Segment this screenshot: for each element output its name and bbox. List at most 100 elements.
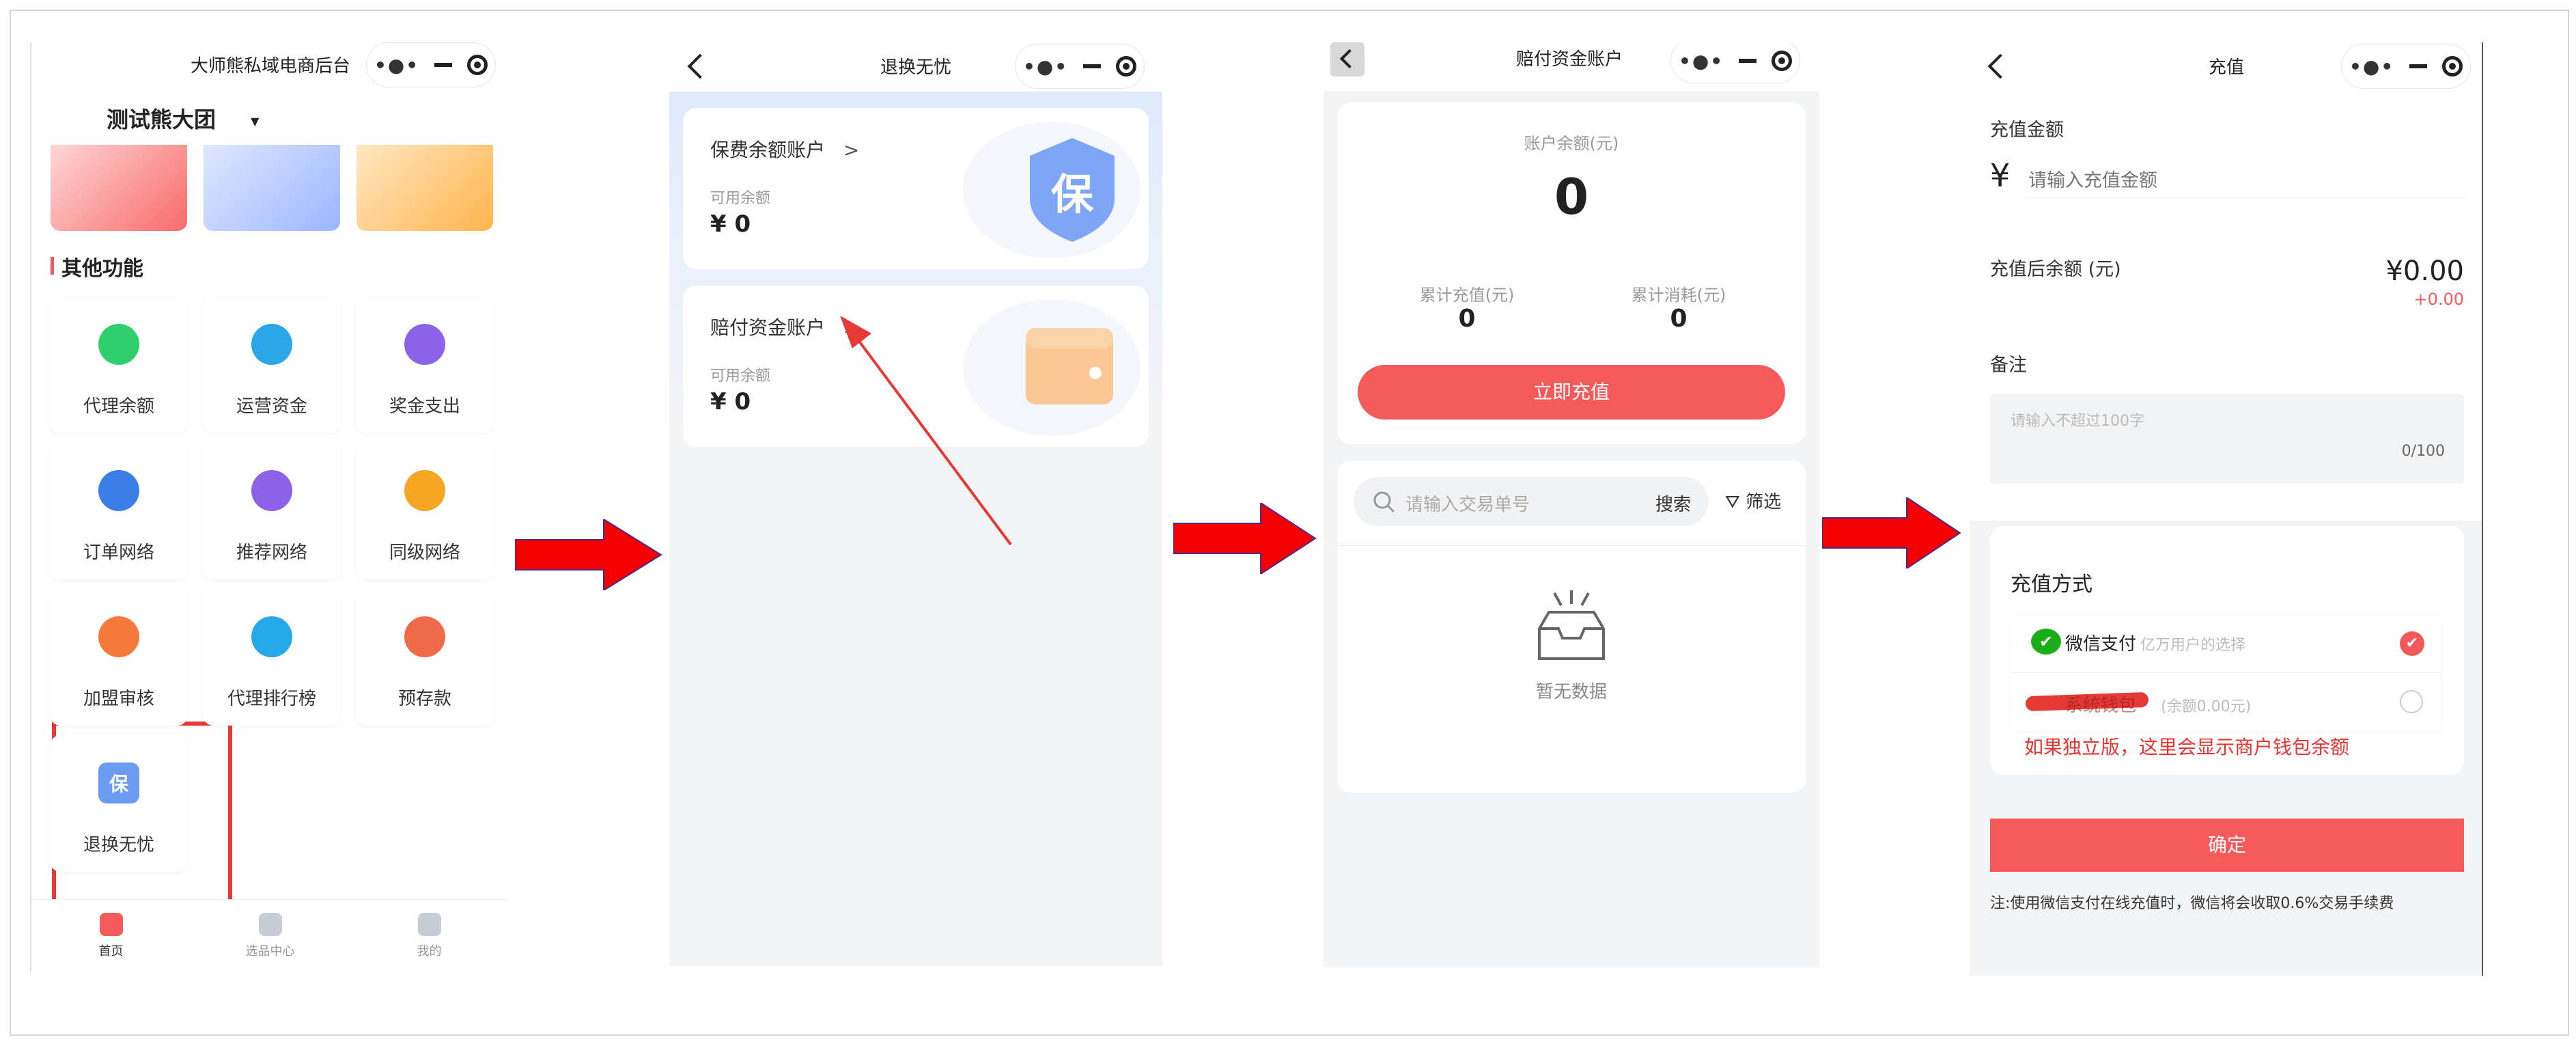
grid-item[interactable]: 奖金支出 bbox=[356, 297, 493, 433]
screen-home: 大师熊私域电商后台 •●• 测试熊大团 ▼ 其他功能 代理余额 运营资金 奖金支出订… bbox=[30, 42, 508, 972]
recharge-now-button[interactable]: 立即充值 bbox=[1358, 365, 1785, 420]
after-balance-label: 充值后余额 (元) bbox=[1990, 259, 2121, 280]
grid-item[interactable]: 运营资金 bbox=[204, 297, 340, 433]
method-wallet[interactable]: 系统钱包 (余额0.00元) bbox=[2011, 672, 2441, 731]
after-balance-value: ¥0.00 bbox=[2385, 256, 2464, 287]
grid-item[interactable]: 代理排行榜 bbox=[204, 589, 340, 726]
money-bag-icon bbox=[98, 324, 139, 365]
more-icon[interactable]: •●• bbox=[1679, 50, 1724, 72]
caret-down-icon: ▼ bbox=[251, 114, 260, 128]
more-icon[interactable]: •●• bbox=[374, 54, 419, 77]
flow-arrow-3 bbox=[1822, 497, 1961, 568]
tab-item[interactable]: 选品中心 bbox=[191, 905, 350, 966]
screen-compensation-account: 赔付资金账户 •●• 账户余额(元) 0 累计充值(元) 0 累计消耗(元) 0… bbox=[1324, 42, 1819, 967]
flow-arrow-2 bbox=[1173, 503, 1317, 574]
tab-item[interactable]: 我的 bbox=[350, 905, 508, 966]
transaction-card: 请输入交易单号 搜索 ⛛ 筛选 暂无数据 bbox=[1337, 461, 1806, 793]
filter-button[interactable]: ⛛ 筛选 bbox=[1725, 488, 1781, 513]
network-icon bbox=[404, 470, 445, 511]
back-button[interactable] bbox=[1330, 42, 1364, 77]
rank-icon bbox=[251, 616, 292, 657]
grid-item-label: 代理排行榜 bbox=[227, 689, 316, 709]
capsule-menu[interactable]: •●• bbox=[1670, 42, 1800, 83]
method-wechat[interactable]: ✔ 微信支付 亿万用户的选择 ✔ bbox=[2011, 615, 2441, 673]
fee-note: 注:使用微信支付在线充值时，微信将会收取0.6%交易手续费 bbox=[1990, 895, 2394, 912]
page-title: 大师熊私域电商后台 bbox=[190, 56, 350, 77]
currency-symbol: ¥ bbox=[1990, 157, 2011, 194]
grid-item-label: 加盟审核 bbox=[83, 689, 154, 709]
org-name: 测试熊大团 bbox=[107, 107, 216, 133]
capsule-menu[interactable]: •●• bbox=[366, 42, 496, 87]
payment-method-card: 充值方式 ✔ 微信支付 亿万用户的选择 ✔ 系统钱包 (余额0.00元) 如果独… bbox=[1990, 526, 2464, 775]
shield-icon: 保 bbox=[98, 763, 139, 803]
grid-item-label: 同级网络 bbox=[389, 542, 460, 563]
network-icon bbox=[251, 470, 292, 511]
page-title: 赔付资金账户 bbox=[1515, 49, 1623, 70]
search-icon bbox=[1373, 491, 1395, 513]
filter-label: 筛选 bbox=[1746, 492, 1782, 512]
close-circle-icon[interactable] bbox=[1772, 51, 1793, 71]
grid-item-label: 预存款 bbox=[397, 689, 451, 709]
grid-item[interactable]: 代理余额 bbox=[51, 297, 187, 433]
radio-checked-icon[interactable]: ✔ bbox=[2400, 631, 2424, 656]
more-icon[interactable]: •●• bbox=[2349, 55, 2394, 78]
remark-label: 备注 bbox=[1990, 355, 2027, 376]
select-icon bbox=[259, 913, 282, 936]
amount-label: 充值金额 bbox=[1990, 120, 2064, 141]
grid-item-label: 运营资金 bbox=[236, 396, 307, 417]
section-title: 其他功能 bbox=[61, 257, 143, 281]
grid-item-label: 推荐网络 bbox=[236, 542, 307, 563]
banner-tile-2[interactable] bbox=[204, 145, 340, 231]
back-icon bbox=[1339, 49, 1360, 69]
balance-label: 账户余额(元) bbox=[1524, 134, 1619, 153]
banner-tile-1[interactable] bbox=[51, 145, 187, 231]
recharge-total-label: 累计充值(元) bbox=[1419, 286, 1515, 305]
radio-unchecked-icon[interactable] bbox=[2400, 690, 2423, 713]
close-circle-icon[interactable] bbox=[467, 55, 488, 75]
empty-inbox-icon bbox=[1538, 590, 1605, 660]
home-icon bbox=[100, 913, 123, 936]
filter-icon: ⛛ bbox=[1725, 492, 1740, 512]
consume-total-label: 累计消耗(元) bbox=[1631, 286, 1726, 305]
grid-item[interactable]: 保退换无忧 bbox=[51, 735, 187, 872]
after-balance-delta: +0.00 bbox=[2413, 290, 2464, 309]
balance-value: 0 bbox=[1554, 168, 1589, 225]
review-icon bbox=[98, 616, 139, 657]
close-circle-icon[interactable] bbox=[2442, 56, 2463, 77]
minimize-icon[interactable] bbox=[434, 63, 453, 67]
grid-item-label: 退换无忧 bbox=[83, 835, 154, 855]
grid-item[interactable]: 预存款 bbox=[356, 589, 493, 726]
section-marker bbox=[51, 257, 54, 275]
tab-item[interactable]: 首页 bbox=[31, 905, 191, 966]
remark-counter: 0/100 bbox=[2401, 443, 2445, 460]
method-desc: (余额0.00元) bbox=[2161, 698, 2252, 715]
grid-item[interactable]: 推荐网络 bbox=[204, 443, 340, 579]
banner-tile-3[interactable] bbox=[356, 145, 493, 231]
org-selector[interactable]: 测试熊大团 ▼ bbox=[107, 102, 259, 134]
method-desc: 亿万用户的选择 bbox=[2140, 637, 2246, 654]
search-placeholder: 请输入交易单号 bbox=[1405, 495, 1530, 515]
grid-item-label: 代理余额 bbox=[83, 396, 154, 417]
remark-textarea[interactable]: 请输入不超过100字 0/100 bbox=[1990, 394, 2464, 484]
chart-icon bbox=[251, 324, 292, 365]
minimize-icon[interactable] bbox=[1739, 59, 1757, 63]
divider bbox=[1337, 545, 1806, 546]
page-title: 充值 bbox=[2208, 57, 2244, 78]
grid-item-label: 奖金支出 bbox=[389, 396, 460, 417]
search-button[interactable]: 搜索 bbox=[1655, 491, 1691, 516]
minimize-icon[interactable] bbox=[2409, 64, 2428, 68]
network-icon bbox=[98, 470, 139, 511]
annotation-arrow bbox=[840, 316, 1012, 546]
confirm-button[interactable]: 确定 bbox=[1990, 819, 2464, 872]
method-title: 充值方式 bbox=[2011, 573, 2092, 596]
grid-item[interactable]: 加盟审核 bbox=[51, 589, 187, 726]
grid-item[interactable]: 同级网络 bbox=[356, 443, 493, 579]
tab-label: 我的 bbox=[417, 944, 442, 959]
empty-text: 暂无数据 bbox=[1535, 682, 1607, 702]
annotation-text: 如果独立版，这里会显示商户钱包余额 bbox=[2024, 736, 2350, 758]
grid-item-label: 订单网络 bbox=[83, 542, 154, 563]
capsule-menu[interactable]: •●• bbox=[2341, 44, 2471, 89]
amount-input[interactable] bbox=[2027, 164, 2467, 197]
grid-item[interactable]: 订单网络 bbox=[51, 443, 187, 579]
user-icon bbox=[418, 913, 441, 936]
